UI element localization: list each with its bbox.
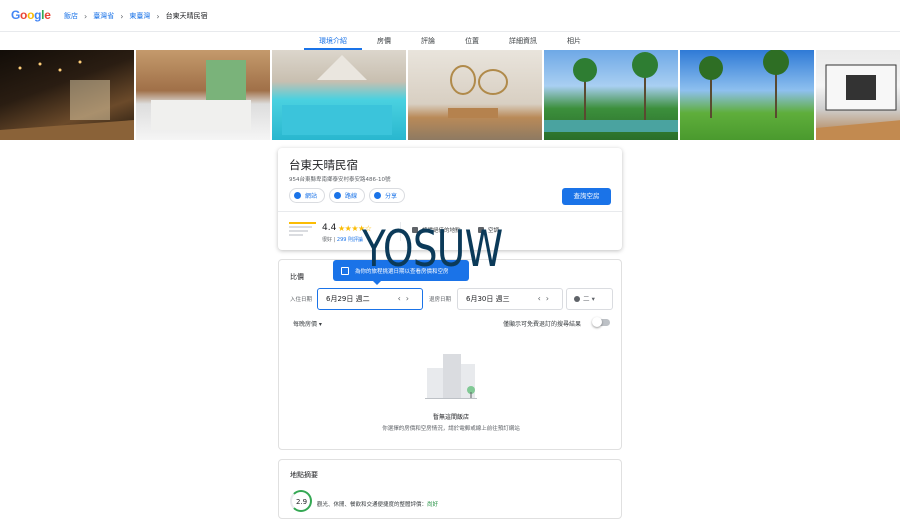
website-label: 網站 [305, 193, 318, 200]
chevron-right-icon: › [120, 11, 124, 21]
breadcrumb-hotels[interactable]: 飯店 [64, 11, 78, 21]
free-cancel-toggle[interactable] [592, 317, 610, 327]
rating-score: 4.4 [322, 223, 337, 233]
share-button[interactable]: 分享 [369, 188, 406, 203]
empty-buildings-illustration [425, 354, 477, 399]
hotel-name: 台東天晴民宿 [289, 158, 358, 172]
empty-state-subtitle: 你選擇的房價和空房情況，請於電郵或線上前往預訂網站 [382, 426, 520, 432]
hotel-actions: 網站 路線 分享 [289, 188, 406, 203]
hotel-photo-bedroom[interactable] [136, 50, 270, 140]
free-cancel-label: 僅顯示可免費退訂的搜尋結果 [503, 321, 582, 328]
website-button[interactable]: 網站 [289, 188, 326, 203]
tab-reviews[interactable]: 評論 [406, 36, 450, 50]
location-summary-card: 地點摘要 2.9 觀光、休閒、餐飲和交通便捷度的整體評價：尚好 [278, 459, 622, 519]
divider [278, 211, 622, 212]
date-nav-arrows[interactable]: ‹› [538, 289, 554, 309]
breadcrumb-current: 台東天晴民宿 [165, 12, 208, 20]
location-score: 2.9 [296, 498, 308, 506]
globe-icon [294, 192, 301, 199]
checkout-date-input[interactable]: 6月30日 週三 ‹› [457, 288, 563, 310]
hotel-photo-garden[interactable] [680, 50, 814, 140]
checkout-value: 6月30日 週三 [466, 295, 510, 303]
chevron-right-icon: › [156, 11, 160, 21]
hotel-photo-pool[interactable] [272, 50, 406, 140]
breadcrumb-province[interactable]: 臺灣省 [93, 11, 114, 21]
location-summary-title: 地點摘要 [290, 471, 318, 479]
directions-button[interactable]: 路線 [329, 188, 366, 203]
breadcrumb: 飯店 › 臺灣省 › 東臺灣 › 台東天晴民宿 [64, 11, 208, 21]
toggle-knob [592, 317, 602, 327]
checkin-label: 入住日期 [290, 297, 313, 303]
nightly-price-dropdown[interactable]: 每晚房價 ▾ [293, 319, 322, 328]
tab-details[interactable]: 詳細資訊 [494, 36, 552, 50]
photo-strip [0, 50, 900, 140]
tab-location[interactable]: 位置 [450, 36, 494, 50]
hotel-photo-terrace[interactable] [816, 50, 900, 140]
check-availability-button[interactable]: 查詢空房 [562, 188, 611, 205]
guest-selector[interactable]: 二 ▾ [566, 288, 613, 310]
tab-prices[interactable]: 房價 [362, 36, 406, 50]
date-nav-arrows[interactable]: ‹› [398, 289, 414, 309]
tab-photos[interactable]: 相片 [552, 36, 596, 50]
hotel-photo-night-deck[interactable] [0, 50, 134, 140]
hotel-address: 954台東縣卑南鄉泰安村泰安路486-10號 [289, 177, 391, 183]
section-tabs: 環境介紹 房價 評論 位置 詳細資訊 相片 [0, 36, 900, 50]
guest-count: 二 [583, 295, 590, 303]
rating-word: 很好 [322, 237, 333, 243]
rating-summary: 很好 | 299 則評論 [322, 237, 364, 243]
rating-bars-icon [289, 222, 316, 241]
location-desc-text: 觀光、休閒、餐飲和交通便捷度的整體評價： [317, 502, 428, 508]
chevron-right-icon: › [84, 11, 88, 21]
review-count-link[interactable]: 299 則評論 [337, 237, 363, 243]
location-rating-word: 尚好 [427, 502, 439, 508]
top-bar: Google 飯店 › 臺灣省 › 東臺灣 › 台東天晴民宿 [0, 0, 900, 32]
person-icon [574, 296, 580, 302]
empty-state-title: 暫無這間飯店 [432, 414, 469, 421]
tab-overview[interactable]: 環境介紹 [304, 36, 362, 50]
hotel-photo-bathroom[interactable] [408, 50, 542, 140]
google-logo[interactable]: Google [11, 8, 51, 22]
calendar-icon [341, 266, 349, 275]
nightly-label: 每晚房價 [293, 321, 318, 328]
share-label: 分享 [385, 193, 398, 200]
hotel-photo-palms[interactable] [544, 50, 678, 140]
watermark-logo: YOSUW [362, 220, 503, 278]
breadcrumb-region[interactable]: 東臺灣 [129, 11, 150, 21]
share-icon [374, 192, 382, 199]
directions-label: 路線 [345, 193, 358, 200]
checkout-label: 退房日期 [429, 297, 452, 303]
location-description: 觀光、休閒、餐飲和交通便捷度的整體評價：尚好 [317, 500, 438, 508]
checkin-value: 6月29日 週二 [326, 295, 370, 303]
directions-icon [334, 192, 342, 199]
price-compare-card: 比價 為你的旅程挑選日期以查看房價和空房 入住日期 6月29日 週二 ‹› 退房… [278, 259, 622, 450]
price-compare-title: 比價 [290, 273, 304, 281]
checkin-date-input[interactable]: 6月29日 週二 ‹› [317, 288, 423, 310]
